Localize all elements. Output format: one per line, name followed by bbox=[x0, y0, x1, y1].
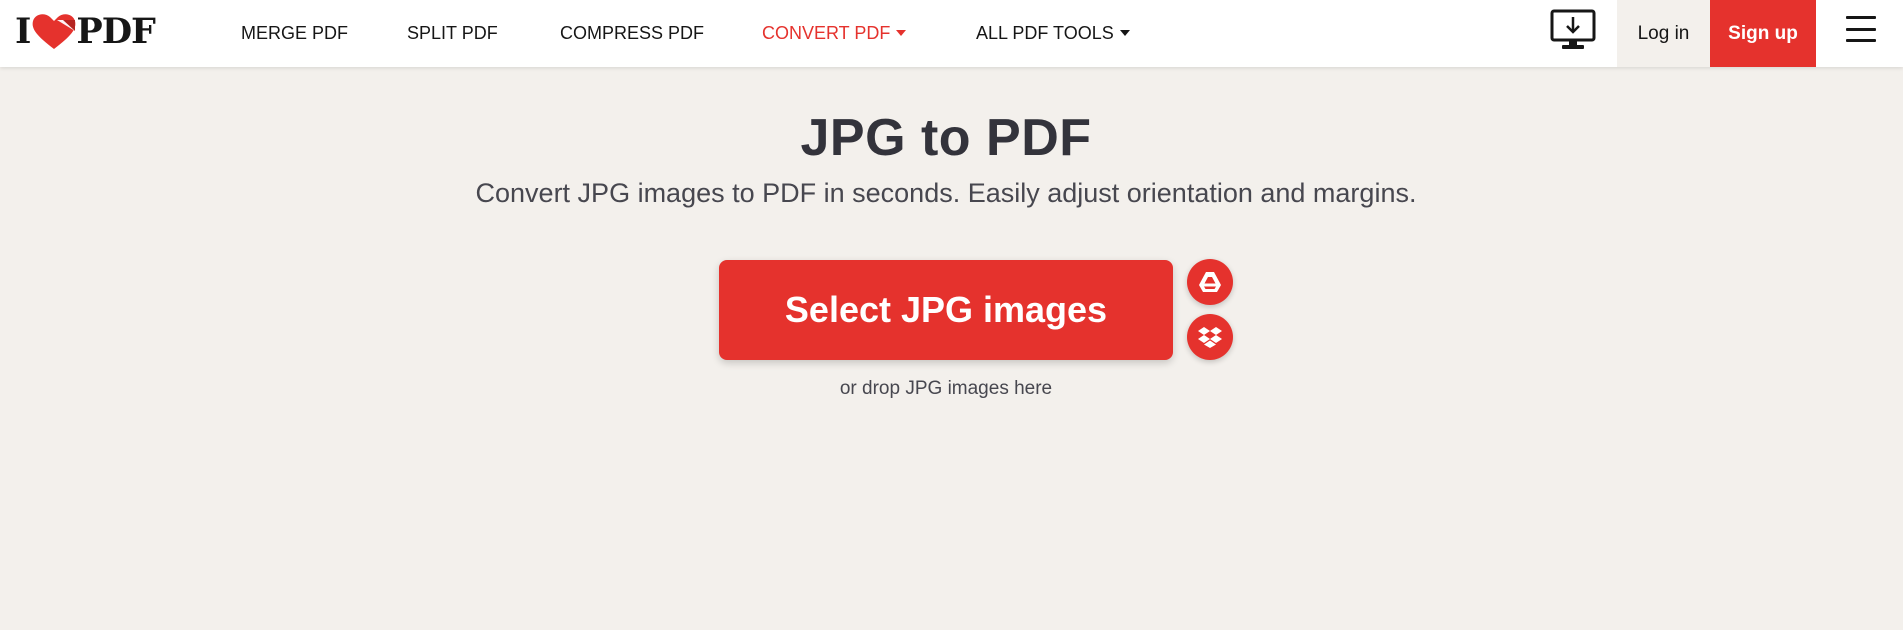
nav-compress-pdf-label: COMPRESS PDF bbox=[560, 23, 705, 43]
drop-zone-hint: or drop JPG images here bbox=[839, 378, 1053, 399]
login-button-label: Log in bbox=[1637, 22, 1690, 44]
ilovepdf-logo[interactable]: I PDF bbox=[15, 10, 156, 52]
login-button[interactable]: Log in bbox=[1617, 0, 1710, 67]
google-drive-icon bbox=[1199, 272, 1221, 292]
nav-convert-pdf-label: CONVERT PDF bbox=[762, 23, 891, 43]
desktop-download-icon bbox=[1550, 9, 1596, 49]
top-navigation-bar: I PDF MERGE PDF SPLIT PDF COMPRESS PDF C… bbox=[0, 0, 1903, 67]
signup-button-label: Sign up bbox=[1728, 22, 1798, 44]
dropbox-icon bbox=[1198, 327, 1222, 348]
caret-down-icon bbox=[896, 29, 907, 36]
nav-convert-pdf[interactable]: CONVERT PDF bbox=[762, 0, 907, 67]
logo-text-i: I bbox=[15, 10, 31, 52]
page-title: JPG to PDF bbox=[800, 109, 1092, 167]
desktop-app-download-button[interactable] bbox=[1549, 8, 1597, 52]
hamburger-menu-icon-line bbox=[1846, 27, 1876, 31]
nav-merge-pdf-label: MERGE PDF bbox=[241, 23, 349, 43]
nav-all-pdf-tools-label: ALL PDF TOOLS bbox=[976, 23, 1114, 43]
page-subtitle: Convert JPG images to PDF in seconds. Ea… bbox=[475, 178, 1417, 208]
hamburger-menu-icon-line bbox=[1846, 39, 1876, 42]
dropbox-button[interactable] bbox=[1187, 314, 1233, 360]
google-drive-button[interactable] bbox=[1187, 259, 1233, 305]
caret-down-icon bbox=[1119, 29, 1130, 36]
nav-split-pdf-label: SPLIT PDF bbox=[407, 23, 498, 43]
nav-merge-pdf[interactable]: MERGE PDF bbox=[241, 0, 348, 67]
hamburger-menu-icon-line bbox=[1846, 16, 1876, 19]
nav-split-pdf[interactable]: SPLIT PDF bbox=[407, 0, 498, 67]
signup-button[interactable]: Sign up bbox=[1710, 0, 1816, 67]
nav-compress-pdf[interactable]: COMPRESS PDF bbox=[560, 0, 704, 67]
select-jpg-images-button[interactable]: Select JPG images bbox=[719, 260, 1173, 360]
select-jpg-images-label: Select JPG images bbox=[784, 289, 1108, 330]
nav-all-pdf-tools[interactable]: ALL PDF TOOLS bbox=[976, 0, 1130, 67]
hamburger-menu-button[interactable] bbox=[1844, 14, 1878, 44]
logo-text-pdf: PDF bbox=[76, 10, 156, 52]
heart-logo-icon bbox=[33, 14, 76, 50]
